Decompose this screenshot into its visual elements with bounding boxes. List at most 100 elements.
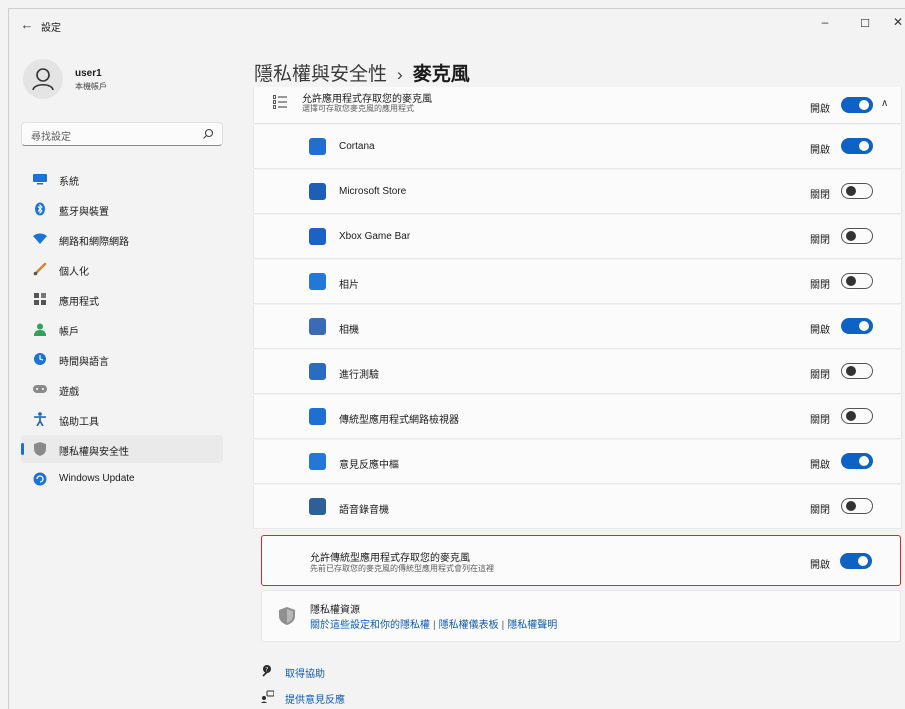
sidebar-item-label: Windows Update (59, 473, 135, 484)
chevron-up-icon[interactable]: ∧ (881, 98, 888, 109)
apps-icon (33, 292, 47, 306)
apps-access-toggle[interactable] (841, 97, 873, 113)
sidebar-item-accounts[interactable]: 帳戶 (21, 315, 223, 343)
web-viewer-icon (309, 408, 326, 425)
xbox-game-bar-icon (309, 228, 326, 245)
app-permission-row: 相片 關閉 (253, 260, 902, 304)
app-toggle-state: 開啟 (810, 460, 830, 471)
toggle-knob (846, 186, 856, 196)
app-name: Cortana (339, 141, 375, 152)
app-permission-row: Cortana 開啟 (253, 125, 902, 169)
monitor-icon (33, 172, 47, 186)
breadcrumb-parent[interactable]: 隱私權與安全性 (254, 64, 387, 85)
back-arrow-icon[interactable]: ← (19, 17, 35, 32)
app-toggle[interactable] (841, 228, 873, 244)
sidebar-item-label: 應用程式 (59, 297, 99, 308)
toggle-knob (859, 321, 869, 331)
search-input[interactable]: 尋找設定 (21, 122, 223, 146)
take-a-test-icon (309, 363, 326, 380)
sidebar-item-label: 帳戶 (59, 327, 79, 338)
avatar (23, 59, 63, 99)
cortana-icon (309, 138, 326, 155)
sidebar-item-time-language[interactable]: 時間與語言 (21, 345, 223, 373)
page-title: 麥克風 (412, 64, 470, 85)
toggle-knob (846, 366, 856, 376)
maximize-button[interactable]: ☐ (855, 17, 875, 30)
sidebar-item-gaming[interactable]: 遊戲 (21, 375, 223, 403)
search-placeholder: 尋找設定 (31, 132, 71, 143)
brush-icon (33, 262, 47, 276)
app-permission-row: Xbox Game Bar 關閉 (253, 215, 902, 259)
toggle-knob (846, 231, 856, 241)
app-toggle-state: 開啟 (810, 145, 830, 156)
sidebar-item-privacy-security[interactable]: 隱私權與安全性 (21, 435, 223, 463)
app-toggle-state: 關閉 (810, 280, 830, 291)
about-settings-privacy-link[interactable]: 關於這些設定和你的隱私權 (310, 620, 430, 631)
sidebar-item-system[interactable]: 系統 (21, 165, 223, 193)
app-name: 相片 (339, 280, 359, 291)
app-permission-row: 進行測驗 關閉 (253, 350, 902, 394)
sidebar-item-label: 時間與語言 (59, 357, 109, 368)
privacy-links: 關於這些設定和你的隱私權 | 隱私權儀表板 | 隱私權聲明 (310, 616, 557, 631)
desktop-apps-title: 允許傳統型應用程式存取您的麥克風 (310, 553, 470, 564)
app-toggle-state: 關閉 (810, 370, 830, 381)
voice-recorder-icon (309, 498, 326, 515)
wifi-icon (33, 232, 47, 246)
app-name: 進行測驗 (339, 370, 379, 381)
sidebar-item-windows-update[interactable]: Windows Update (21, 465, 223, 493)
app-toggle-state: 關閉 (810, 505, 830, 516)
app-toggle[interactable] (841, 408, 873, 424)
photos-icon (309, 273, 326, 290)
app-toggle[interactable] (841, 453, 873, 469)
desktop-apps-toggle[interactable] (840, 553, 872, 569)
app-toggle[interactable] (841, 498, 873, 514)
toggle-knob (859, 141, 869, 151)
minimize-button[interactable]: – (815, 15, 835, 29)
privacy-statement-link[interactable]: 隱私權聲明 (507, 620, 557, 631)
globe-clock-icon (33, 352, 47, 366)
privacy-resources-title: 隱私權資源 (310, 605, 360, 616)
app-toggle[interactable] (841, 363, 873, 379)
give-feedback-label: 提供意見反應 (285, 695, 345, 706)
sidebar-item-label: 系統 (59, 177, 79, 188)
camera-icon (309, 318, 326, 335)
app-name: 意見反應中樞 (339, 460, 399, 471)
link-separator: | (433, 620, 436, 631)
gamepad-icon (33, 382, 47, 396)
list-icon (273, 95, 287, 109)
privacy-dashboard-link[interactable]: 隱私權儀表板 (439, 620, 499, 631)
app-name: 傳統型應用程式網路檢視器 (339, 415, 459, 426)
sidebar-item-accessibility[interactable]: 協助工具 (21, 405, 223, 433)
app-name: Xbox Game Bar (339, 231, 411, 242)
sidebar-item-network[interactable]: 網路和網際網路 (21, 225, 223, 253)
sidebar-item-apps[interactable]: 應用程式 (21, 285, 223, 313)
app-permission-row: 傳統型應用程式網路檢視器 關閉 (253, 395, 902, 439)
app-toggle[interactable] (841, 138, 873, 154)
selection-indicator (21, 443, 24, 455)
sidebar-item-bluetooth[interactable]: 藍牙與裝置 (21, 195, 223, 223)
app-toggle[interactable] (841, 273, 873, 289)
app-toggle[interactable] (841, 318, 873, 334)
app-toggle-state: 開啟 (810, 325, 830, 336)
app-title: 設定 (41, 23, 61, 34)
close-button[interactable]: ✕ (888, 15, 905, 29)
apps-access-setting[interactable]: 允許應用程式存取您的麥克風 選擇可存取您麥克風的應用程式 開啟 ∧ (253, 87, 902, 124)
sidebar-item-label: 隱私權與安全性 (59, 447, 129, 458)
update-icon (33, 472, 47, 486)
app-toggle[interactable] (841, 183, 873, 199)
sidebar-item-personalization[interactable]: 個人化 (21, 255, 223, 283)
toggle-knob (846, 501, 856, 511)
desktop-apps-state: 開啟 (810, 560, 830, 571)
title-bar: ← 設定 – ☐ ✕ (9, 9, 905, 41)
toggle-knob (859, 100, 869, 110)
app-name: 相機 (339, 325, 359, 336)
sidebar-item-label: 網路和網際網路 (59, 237, 129, 248)
apps-access-state: 開啟 (810, 104, 830, 115)
app-permission-row: 語音錄音機 關閉 (253, 485, 902, 529)
accessibility-icon (33, 412, 47, 426)
apps-access-subtitle: 選擇可存取您麥克風的應用程式 (302, 104, 414, 113)
feedback-hub-icon (309, 453, 326, 470)
sidebar-item-label: 遊戲 (59, 387, 79, 398)
link-separator: | (501, 620, 505, 631)
app-permission-row: Microsoft Store 關閉 (253, 170, 902, 214)
